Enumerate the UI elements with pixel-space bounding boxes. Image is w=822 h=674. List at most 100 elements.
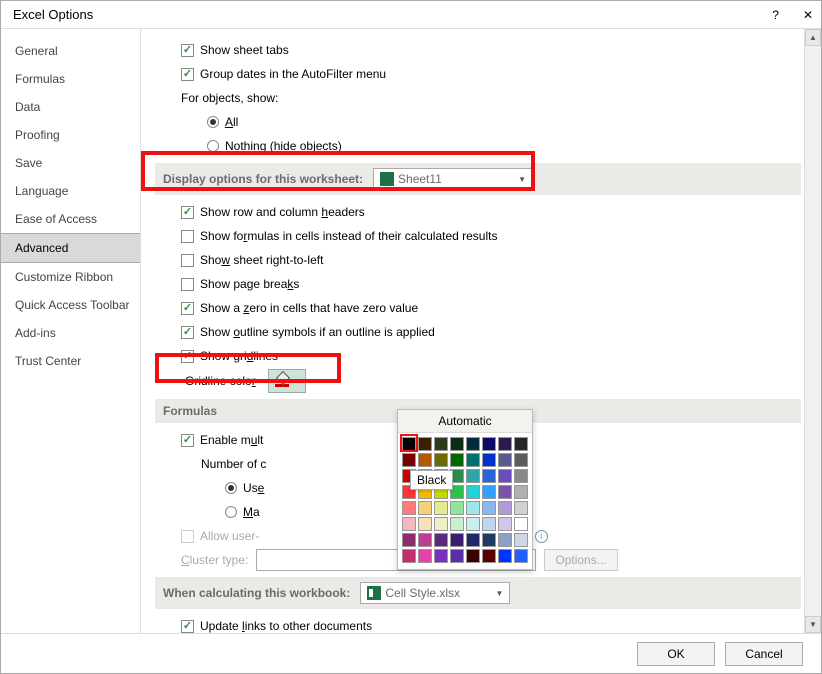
color-swatch[interactable]: [482, 453, 496, 467]
sidebar-item-trust-center[interactable]: Trust Center: [1, 347, 140, 375]
color-swatch[interactable]: [514, 437, 528, 451]
color-swatch[interactable]: [514, 517, 528, 531]
sidebar-item-customize-ribbon[interactable]: Customize Ribbon: [1, 263, 140, 291]
color-swatch[interactable]: [466, 485, 480, 499]
label-objects-all: All: [225, 115, 238, 129]
checkbox-show-sheet-tabs[interactable]: [181, 44, 194, 57]
close-icon[interactable]: ✕: [803, 8, 813, 22]
checkbox-show-zero[interactable]: [181, 302, 194, 315]
workbook-dropdown[interactable]: Cell Style.xlsx ▼: [360, 582, 510, 604]
section-display-worksheet: Display options for this worksheet: Shee…: [155, 163, 801, 195]
color-swatch[interactable]: [466, 501, 480, 515]
color-swatch[interactable]: [498, 485, 512, 499]
palette-automatic[interactable]: Automatic: [398, 410, 532, 433]
sidebar-item-data[interactable]: Data: [1, 93, 140, 121]
color-swatch[interactable]: [434, 517, 448, 531]
cancel-button[interactable]: Cancel: [725, 642, 803, 666]
color-swatch[interactable]: [402, 549, 416, 563]
checkbox-show-gridlines[interactable]: [181, 350, 194, 363]
color-swatch[interactable]: [482, 549, 496, 563]
color-swatch[interactable]: [514, 533, 528, 547]
radio-use-all-processors[interactable]: [225, 482, 237, 494]
color-swatch[interactable]: [450, 501, 464, 515]
color-swatch[interactable]: [450, 549, 464, 563]
color-swatch[interactable]: [514, 469, 528, 483]
color-swatch[interactable]: [482, 517, 496, 531]
chevron-down-icon: ▼: [495, 589, 503, 598]
help-icon[interactable]: ?: [772, 8, 779, 22]
color-swatch[interactable]: [514, 485, 528, 499]
color-swatch[interactable]: [498, 533, 512, 547]
scroll-up-icon[interactable]: ▲: [805, 29, 821, 46]
color-swatch[interactable]: [482, 485, 496, 499]
color-swatch[interactable]: [482, 469, 496, 483]
checkbox-group-dates[interactable]: [181, 68, 194, 81]
color-swatch[interactable]: [418, 549, 432, 563]
sidebar-item-ease-of-access[interactable]: Ease of Access: [1, 205, 140, 233]
color-swatch[interactable]: [418, 437, 432, 451]
color-swatch[interactable]: [418, 501, 432, 515]
color-swatch[interactable]: [498, 501, 512, 515]
color-swatch[interactable]: [450, 437, 464, 451]
color-swatch[interactable]: [402, 517, 416, 531]
titlebar: Excel Options ? ✕: [1, 1, 821, 29]
checkbox-show-formulas[interactable]: [181, 230, 194, 243]
sidebar-item-general[interactable]: General: [1, 37, 140, 65]
color-swatch[interactable]: [402, 533, 416, 547]
info-icon[interactable]: i: [535, 530, 548, 543]
color-swatch[interactable]: [466, 533, 480, 547]
color-swatch[interactable]: [466, 437, 480, 451]
sidebar-item-formulas[interactable]: Formulas: [1, 65, 140, 93]
checkbox-enable-multithread[interactable]: [181, 434, 194, 447]
color-swatch[interactable]: [466, 453, 480, 467]
sidebar-item-save[interactable]: Save: [1, 149, 140, 177]
color-swatch[interactable]: [450, 517, 464, 531]
color-swatch[interactable]: [466, 469, 480, 483]
sidebar-item-proofing[interactable]: Proofing: [1, 121, 140, 149]
sidebar-item-add-ins[interactable]: Add-ins: [1, 319, 140, 347]
radio-objects-nothing[interactable]: [207, 140, 219, 152]
sidebar-item-advanced[interactable]: Advanced: [1, 233, 140, 263]
sidebar-item-quick-access-toolbar[interactable]: Quick Access Toolbar: [1, 291, 140, 319]
color-swatch[interactable]: [434, 453, 448, 467]
color-swatch[interactable]: [450, 453, 464, 467]
color-swatch[interactable]: [450, 533, 464, 547]
color-swatch[interactable]: [434, 437, 448, 451]
checkbox-show-page-breaks[interactable]: [181, 278, 194, 291]
color-swatch[interactable]: [402, 501, 416, 515]
color-swatch[interactable]: [498, 437, 512, 451]
color-swatch[interactable]: [482, 501, 496, 515]
checkbox-show-rtl[interactable]: [181, 254, 194, 267]
radio-objects-all[interactable]: [207, 116, 219, 128]
checkbox-show-headers[interactable]: [181, 206, 194, 219]
checkbox-show-outline[interactable]: [181, 326, 194, 339]
color-swatch[interactable]: [466, 549, 480, 563]
color-swatch[interactable]: [514, 501, 528, 515]
color-swatch[interactable]: [498, 469, 512, 483]
vertical-scrollbar[interactable]: ▲ ▼: [804, 29, 821, 633]
sidebar-item-language[interactable]: Language: [1, 177, 140, 205]
color-swatch[interactable]: [498, 453, 512, 467]
color-swatch[interactable]: [466, 517, 480, 531]
color-swatch[interactable]: [482, 437, 496, 451]
gridline-color-button[interactable]: ▼: [268, 369, 306, 393]
color-swatch[interactable]: [434, 501, 448, 515]
color-swatch[interactable]: [498, 549, 512, 563]
color-swatch[interactable]: [434, 533, 448, 547]
label-manual: Ma: [243, 505, 260, 519]
color-swatch[interactable]: [514, 453, 528, 467]
color-swatch[interactable]: [402, 453, 416, 467]
worksheet-dropdown[interactable]: Sheet11 ▼: [373, 168, 533, 190]
ok-button[interactable]: OK: [637, 642, 715, 666]
color-swatch[interactable]: [498, 517, 512, 531]
color-swatch[interactable]: [482, 533, 496, 547]
checkbox-update-links[interactable]: [181, 620, 194, 633]
color-swatch[interactable]: [514, 549, 528, 563]
color-swatch[interactable]: [418, 533, 432, 547]
scroll-down-icon[interactable]: ▼: [805, 616, 821, 633]
color-swatch[interactable]: [418, 453, 432, 467]
radio-manual-processors[interactable]: [225, 506, 237, 518]
worksheet-dropdown-value: Sheet11: [398, 172, 442, 186]
color-swatch[interactable]: [418, 517, 432, 531]
color-swatch[interactable]: [434, 549, 448, 563]
